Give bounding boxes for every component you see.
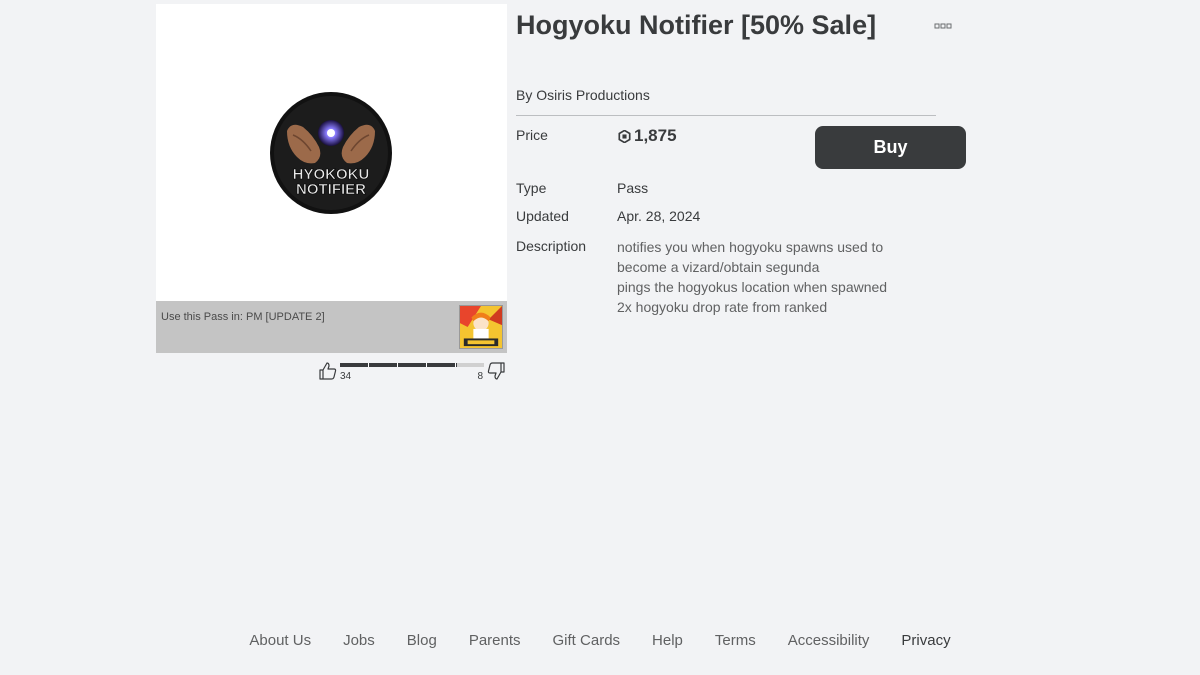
- description-label: Description: [516, 238, 587, 254]
- price-value: 1,875: [618, 126, 677, 146]
- divider: [516, 115, 936, 116]
- description-line: 2x hogyoku drop rate from ranked: [617, 299, 828, 315]
- creator-line: By Osiris Productions: [516, 87, 650, 103]
- footer-link-blog[interactable]: Blog: [391, 632, 453, 649]
- hyokoku-notifier-badge-icon: HYOKOKU NOTIFIER: [270, 92, 392, 214]
- downvote-count: 8: [477, 371, 483, 382]
- thumbs-down-icon[interactable]: [486, 361, 506, 381]
- experience-thumbnail-icon[interactable]: [459, 305, 503, 349]
- description-line: become a vizard/obtain segunda: [617, 259, 820, 275]
- creator-link[interactable]: Osiris Productions: [536, 87, 650, 103]
- updated-value: Apr. 28, 2024: [617, 208, 701, 224]
- description-line: pings the hogyokus location when spawned: [617, 279, 888, 295]
- footer-link-privacy[interactable]: Privacy: [885, 632, 966, 649]
- footer-link-help[interactable]: Help: [636, 632, 699, 649]
- vote-bar-tick: [368, 363, 369, 367]
- footer-link-gift-cards[interactable]: Gift Cards: [537, 632, 637, 649]
- vote-bar-tick: [426, 363, 427, 367]
- robux-icon: [618, 129, 631, 143]
- vote-ratio-bar: [340, 363, 484, 367]
- footer-link-terms[interactable]: Terms: [699, 632, 772, 649]
- vote-ratio-fill: [340, 363, 457, 367]
- thumbs-up-icon[interactable]: [318, 361, 338, 381]
- item-title: Hogyoku Notifier [50% Sale]: [516, 10, 877, 40]
- vote-bar-tick: [455, 363, 456, 367]
- buy-button[interactable]: Buy: [815, 126, 966, 169]
- experience-bar[interactable]: Use this Pass in: PM [UPDATE 2]: [156, 301, 507, 353]
- description-text: notifies you when hogyoku spawns used to…: [617, 237, 937, 317]
- footer-nav: About Us Jobs Blog Parents Gift Cards He…: [0, 632, 1200, 649]
- upvote-count: 34: [340, 371, 352, 382]
- more-options-icon[interactable]: [932, 20, 954, 32]
- footer-link-jobs[interactable]: Jobs: [327, 632, 391, 649]
- creator-prefix: By: [516, 87, 533, 103]
- price-amount: 1,875: [634, 126, 677, 145]
- updated-label: Updated: [516, 208, 569, 224]
- footer-link-parents[interactable]: Parents: [453, 632, 537, 649]
- type-label: Type: [516, 180, 547, 196]
- type-value: Pass: [617, 180, 649, 196]
- item-thumbnail-card: HYOKOKU NOTIFIER Use this Pass in: PM [U…: [156, 4, 507, 353]
- use-pass-in-label[interactable]: Use this Pass in: PM [UPDATE 2]: [161, 311, 325, 323]
- description-line: notifies you when hogyoku spawns used to: [617, 239, 884, 255]
- price-label: Price: [516, 127, 548, 143]
- footer-link-about-us[interactable]: About Us: [233, 632, 327, 649]
- vote-bar-tick: [397, 363, 398, 367]
- vote-section: 34 8: [318, 360, 508, 386]
- footer-link-accessibility[interactable]: Accessibility: [772, 632, 886, 649]
- svg-text:NOTIFIER: NOTIFIER: [296, 181, 366, 198]
